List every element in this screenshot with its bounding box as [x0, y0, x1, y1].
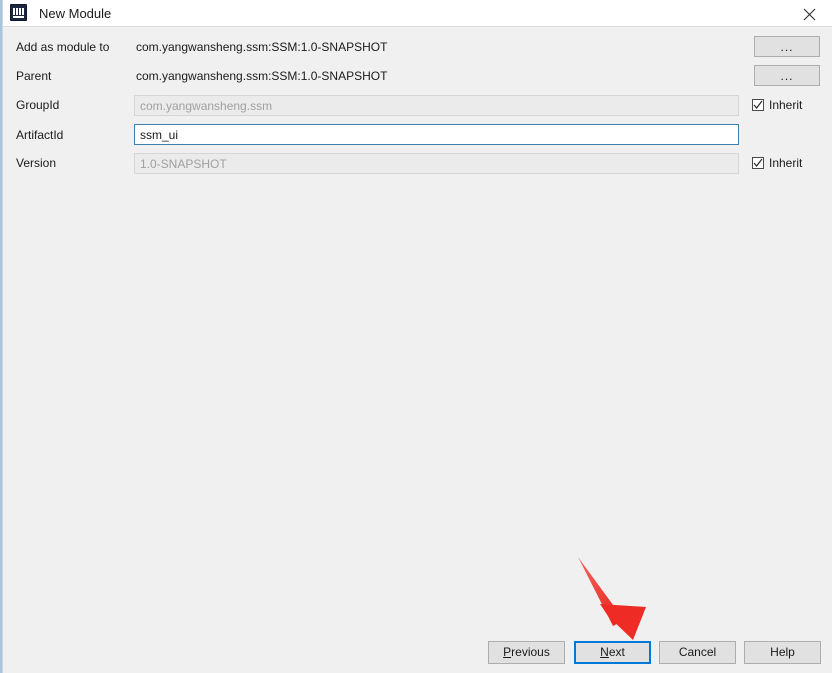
groupid-input[interactable] — [134, 95, 739, 116]
intellij-idea-icon — [10, 4, 27, 21]
title-bar: New Module — [3, 0, 832, 27]
version-input[interactable] — [134, 153, 739, 174]
previous-button[interactable]: Previous — [488, 641, 565, 664]
module-form: Add as module to com.yangwansheng.ssm:SS… — [3, 27, 832, 673]
label-groupid: GroupId — [16, 98, 60, 112]
inherit-label-groupid: Inherit — [769, 98, 803, 112]
close-icon[interactable] — [787, 0, 832, 27]
next-button[interactable]: Next — [574, 641, 651, 664]
label-version: Version — [16, 156, 57, 170]
inherit-checkbox-groupid[interactable]: Inherit — [752, 97, 802, 114]
browse-button-parent[interactable]: ... — [754, 65, 820, 86]
checkbox-checked-icon — [752, 157, 764, 169]
checkbox-checked-icon — [752, 99, 764, 111]
window-title: New Module — [39, 6, 112, 21]
value-add-as-module-to: com.yangwansheng.ssm:SSM:1.0-SNAPSHOT — [136, 40, 388, 54]
artifactid-input[interactable] — [134, 124, 739, 145]
next-button-label-rest: ext — [608, 645, 625, 659]
inherit-checkbox-version[interactable]: Inherit — [752, 155, 802, 172]
value-parent: com.yangwansheng.ssm:SSM:1.0-SNAPSHOT — [136, 69, 388, 83]
label-parent: Parent — [16, 69, 52, 83]
browse-button-add-as-module-to[interactable]: ... — [754, 36, 820, 57]
label-add-as-module-to: Add as module to — [16, 40, 110, 54]
inherit-label-version: Inherit — [769, 156, 803, 170]
label-artifactid: ArtifactId — [16, 128, 64, 142]
cancel-button[interactable]: Cancel — [659, 641, 736, 664]
new-module-dialog: New Module Add as module to com.yangwans… — [0, 0, 832, 673]
help-button[interactable]: Help — [744, 641, 821, 664]
previous-button-label-rest: revious — [511, 645, 550, 659]
